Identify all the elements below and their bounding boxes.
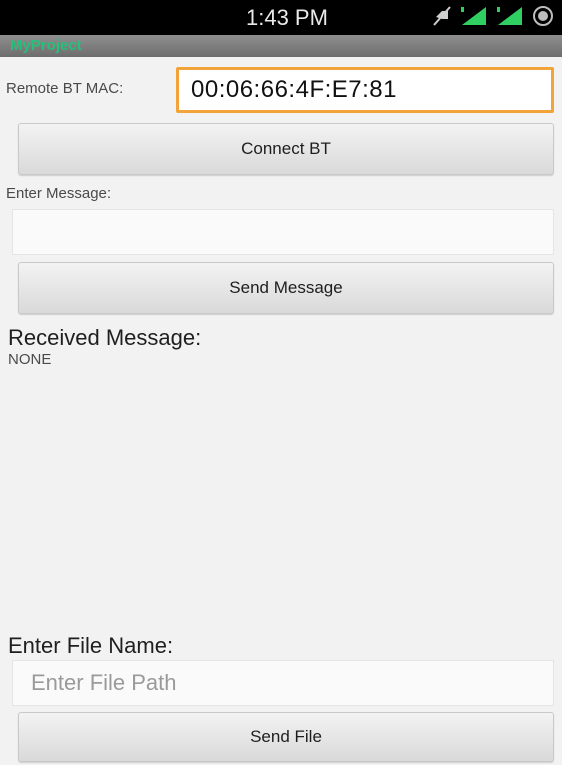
connect-bt-label: Connect BT — [241, 139, 331, 158]
battery-icon — [532, 5, 554, 32]
signal-icon — [460, 5, 488, 32]
send-message-label: Send Message — [229, 278, 343, 297]
send-message-button[interactable]: Send Message — [18, 262, 554, 314]
file-name-heading: Enter File Name: — [8, 633, 174, 658]
status-icons — [432, 5, 554, 32]
file-path-input[interactable] — [13, 661, 553, 705]
status-bar: 1:43 PM — [0, 0, 562, 35]
app-title-bar: MyProject — [0, 35, 562, 57]
app-title: MyProject — [10, 37, 82, 54]
received-heading: Received Message: — [8, 325, 202, 350]
file-path-field[interactable] — [12, 660, 554, 706]
message-field[interactable] — [12, 209, 554, 255]
status-time: 1:43 PM — [246, 5, 328, 30]
message-input[interactable] — [13, 210, 553, 254]
mac-address-field[interactable] — [176, 67, 554, 113]
mute-icon — [432, 5, 452, 32]
app-screen: 1:43 PM MyProject Remote BT MAC: 00:06:6… — [0, 0, 562, 765]
connect-bt-button[interactable]: Connect BT — [18, 123, 554, 175]
received-message-text: NONE — [8, 351, 52, 368]
mac-label: Remote BT MAC: — [6, 80, 124, 97]
message-label: Enter Message: — [6, 185, 112, 202]
mac-address-input[interactable] — [179, 70, 551, 110]
send-file-label: Send File — [250, 727, 322, 746]
signal-icon — [496, 5, 524, 32]
send-file-button[interactable]: Send File — [18, 712, 554, 762]
